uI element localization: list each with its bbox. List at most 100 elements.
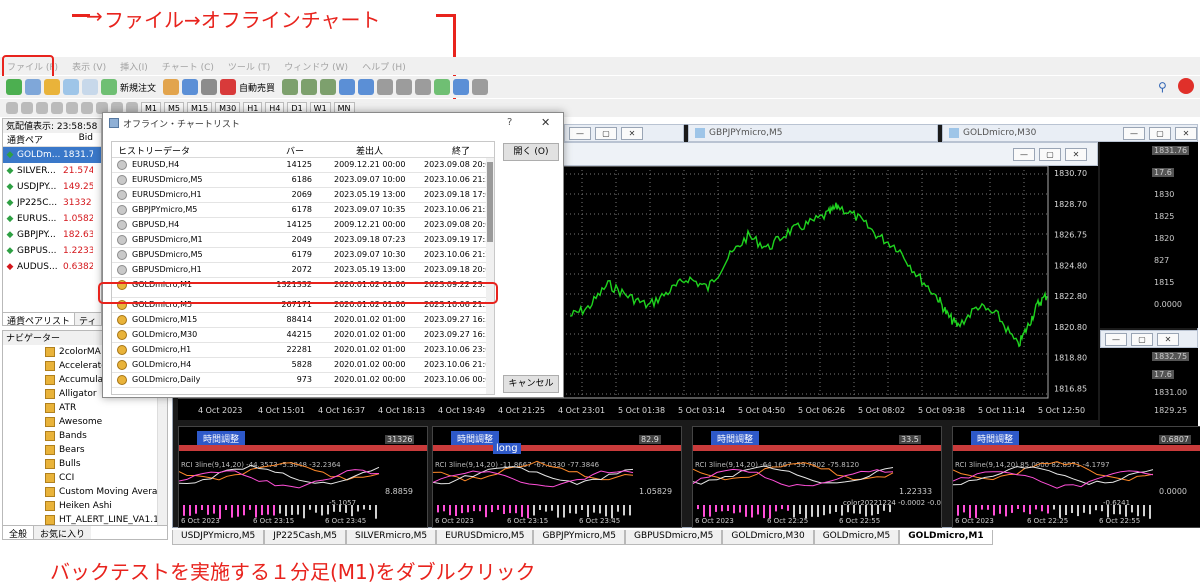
history-row[interactable]: GOLDmicro,M15 88414 2020.01.02 01:00 2023.0…: [112, 313, 494, 328]
menu-help[interactable]: ヘルプ (H): [355, 60, 413, 73]
chart-tab[interactable]: GBPUSDmicro,M5: [624, 530, 723, 545]
market-watch-row[interactable]: ◆ EURUS... 1.0582: [3, 211, 101, 227]
maximize-icon[interactable]: ▢: [1131, 332, 1153, 346]
bar-chart-icon[interactable]: [282, 79, 299, 95]
market-watch-row[interactable]: ◆ AUDUS... 0.6382: [3, 259, 101, 275]
horizontal-line-icon[interactable]: [51, 102, 63, 114]
auto-trade-icon[interactable]: [220, 79, 237, 95]
mini-chart[interactable]: 時間調整 RCI 3line(9,14,20) -44.3573 -5.3848 …: [178, 426, 428, 528]
tab-tick-chart[interactable]: ティ: [75, 313, 101, 325]
menu-tools[interactable]: ツール (T): [221, 60, 277, 73]
new-chart-icon[interactable]: [6, 79, 22, 95]
history-row[interactable]: EURUSD,H4 14125 2009.12.21 00:00 2023.09.08…: [112, 158, 494, 173]
candle-chart-icon[interactable]: [301, 79, 318, 95]
market-watch-row[interactable]: ◆ GBPJPY... 182.63: [3, 227, 101, 243]
chart-tab[interactable]: GOLDmicro,M5: [813, 530, 900, 545]
tab-symbols[interactable]: 通貨ペアリスト: [3, 313, 76, 325]
channel-icon[interactable]: [81, 102, 93, 114]
menu-chart[interactable]: チャート (C): [155, 60, 221, 73]
metaeditor-icon[interactable]: [163, 79, 180, 95]
community-icon[interactable]: [182, 79, 199, 95]
navigator-icon[interactable]: [63, 79, 79, 95]
history-row[interactable]: EURUSDmicro,H1 2069 2023.05.19 13:00 2023.0…: [112, 188, 494, 203]
history-row[interactable]: EURUSDmicro,M5 6186 2023.09.07 10:00 2023.1…: [112, 173, 494, 188]
menu-window[interactable]: ウィンドウ (W): [277, 60, 355, 73]
chart-tab[interactable]: GBPJPYmicro,M5: [533, 530, 625, 545]
mini-chart[interactable]: 時間調整 RCI 3line(9,14,20) 85.0000 82.8571 -…: [952, 426, 1200, 528]
navigator-item[interactable]: Custom Moving Averag: [3, 485, 167, 499]
column-history[interactable]: ヒストリーデータ: [118, 144, 190, 157]
maximize-icon[interactable]: ▢: [595, 126, 617, 140]
templates-icon[interactable]: [472, 79, 489, 95]
history-row[interactable]: GBPUSDmicro,M5 6179 2023.09.07 10:30 2023.1…: [112, 248, 494, 263]
chart-tab[interactable]: GOLDmicro,M1: [899, 530, 993, 545]
chart-tab[interactable]: GOLDmicro,M30: [722, 530, 814, 545]
history-row[interactable]: GOLDmicro,Daily 973 2020.01.02 00:00 2023.1…: [112, 373, 494, 388]
navigator-item[interactable]: Bears: [3, 443, 167, 457]
column-symbol[interactable]: 通貨ペア: [3, 133, 63, 146]
history-row[interactable]: GBPUSDmicro,M1 2049 2023.09.18 07:23 2023.0…: [112, 233, 494, 248]
navigator-item[interactable]: ATR: [3, 401, 167, 415]
history-row[interactable]: GBPUSD,H4 14125 2009.12.21 00:00 2023.09.08…: [112, 218, 494, 233]
close-icon[interactable]: ✕: [541, 116, 550, 129]
minimize-icon[interactable]: —: [1105, 332, 1127, 346]
menu-insert[interactable]: 挿入(I): [113, 60, 155, 73]
zoom-in-icon[interactable]: [339, 79, 356, 95]
vertical-line-icon[interactable]: [36, 102, 48, 114]
market-watch-icon[interactable]: [44, 79, 60, 95]
minimize-icon[interactable]: —: [569, 126, 591, 140]
mini-chart[interactable]: 時間調整 RCI 3line(9,14,20) -64.1667 -59.7802…: [692, 426, 942, 528]
cancel-button[interactable]: キャンセル: [503, 375, 559, 393]
close-icon[interactable]: ✕: [1065, 147, 1087, 161]
history-row[interactable]: GBPJPYmicro,M5 6178 2023.09.07 10:35 2023.1…: [112, 203, 494, 218]
close-icon[interactable]: ✕: [621, 126, 643, 140]
chart-tab[interactable]: SILVERmicro,M5: [346, 530, 437, 545]
terminal-icon[interactable]: [82, 79, 98, 95]
maximize-icon[interactable]: ▢: [1149, 126, 1171, 140]
new-order-icon[interactable]: [101, 79, 117, 95]
navigator-item[interactable]: Bulls: [3, 457, 167, 471]
notification-icon[interactable]: [1178, 78, 1194, 94]
open-button[interactable]: 開く (O): [503, 143, 559, 161]
chart-shift-icon[interactable]: [415, 79, 432, 95]
chart-tab[interactable]: USDJPYmicro,M5: [172, 530, 265, 545]
cursor-icon[interactable]: [6, 102, 18, 114]
auto-trade-button[interactable]: 自動売買: [239, 81, 275, 94]
history-scrollbar[interactable]: [486, 158, 494, 394]
market-watch-row[interactable]: ◆ GBPUS... 1.2233: [3, 243, 101, 259]
profiles-icon[interactable]: [25, 79, 41, 95]
zoom-out-icon[interactable]: [358, 79, 375, 95]
scrollbar-thumb[interactable]: [487, 162, 493, 242]
market-watch-row[interactable]: ◆ GOLDm... 1831.7: [3, 147, 101, 163]
line-chart-icon[interactable]: [320, 79, 337, 95]
column-bid[interactable]: Bid: [63, 133, 93, 146]
globe-icon[interactable]: [201, 79, 218, 95]
history-row[interactable]: GBPUSDmicro,H1 2072 2023.05.19 13:00 2023.0…: [112, 263, 494, 278]
tab-favorites[interactable]: お気に入り: [34, 526, 92, 539]
minimize-icon[interactable]: —: [1123, 126, 1145, 140]
column-to[interactable]: 終了: [452, 144, 470, 157]
indicators-icon[interactable]: [434, 79, 451, 95]
new-order-button[interactable]: 新規注文: [120, 81, 156, 94]
market-watch-row[interactable]: ◆ SILVER... 21.574: [3, 163, 101, 179]
navigator-item[interactable]: Bands: [3, 429, 167, 443]
menu-view[interactable]: 表示 (V): [65, 60, 113, 73]
close-icon[interactable]: ✕: [1157, 332, 1179, 346]
history-row[interactable]: GOLDmicro,H1 22281 2020.01.02 01:00 2023.10…: [112, 343, 494, 358]
minimize-icon[interactable]: —: [1013, 147, 1035, 161]
chart-tab[interactable]: EURUSDmicro,M5: [436, 530, 534, 545]
tab-common[interactable]: 全般: [3, 526, 35, 539]
history-row[interactable]: GOLDmicro,M30 44215 2020.01.02 01:00 2023.0…: [112, 328, 494, 343]
column-bars[interactable]: バー: [286, 144, 304, 157]
navigator-item[interactable]: Heiken Ashi: [3, 499, 167, 513]
search-icon[interactable]: ⚲: [1158, 80, 1167, 94]
close-icon[interactable]: ✕: [1175, 126, 1197, 140]
periods-icon[interactable]: [453, 79, 470, 95]
chart-tab[interactable]: JP225Cash,M5: [264, 530, 347, 545]
market-watch-row[interactable]: ◆ JP225C... 31332: [3, 195, 101, 211]
market-watch-row[interactable]: ◆ USDJPY... 149.25: [3, 179, 101, 195]
mini-chart[interactable]: 時間調整 RCI 3line(9,14,20) -11.8667 -67.0330…: [432, 426, 682, 528]
column-from[interactable]: 差出人: [356, 144, 383, 157]
tile-windows-icon[interactable]: [377, 79, 394, 95]
trendline-icon[interactable]: [66, 102, 78, 114]
